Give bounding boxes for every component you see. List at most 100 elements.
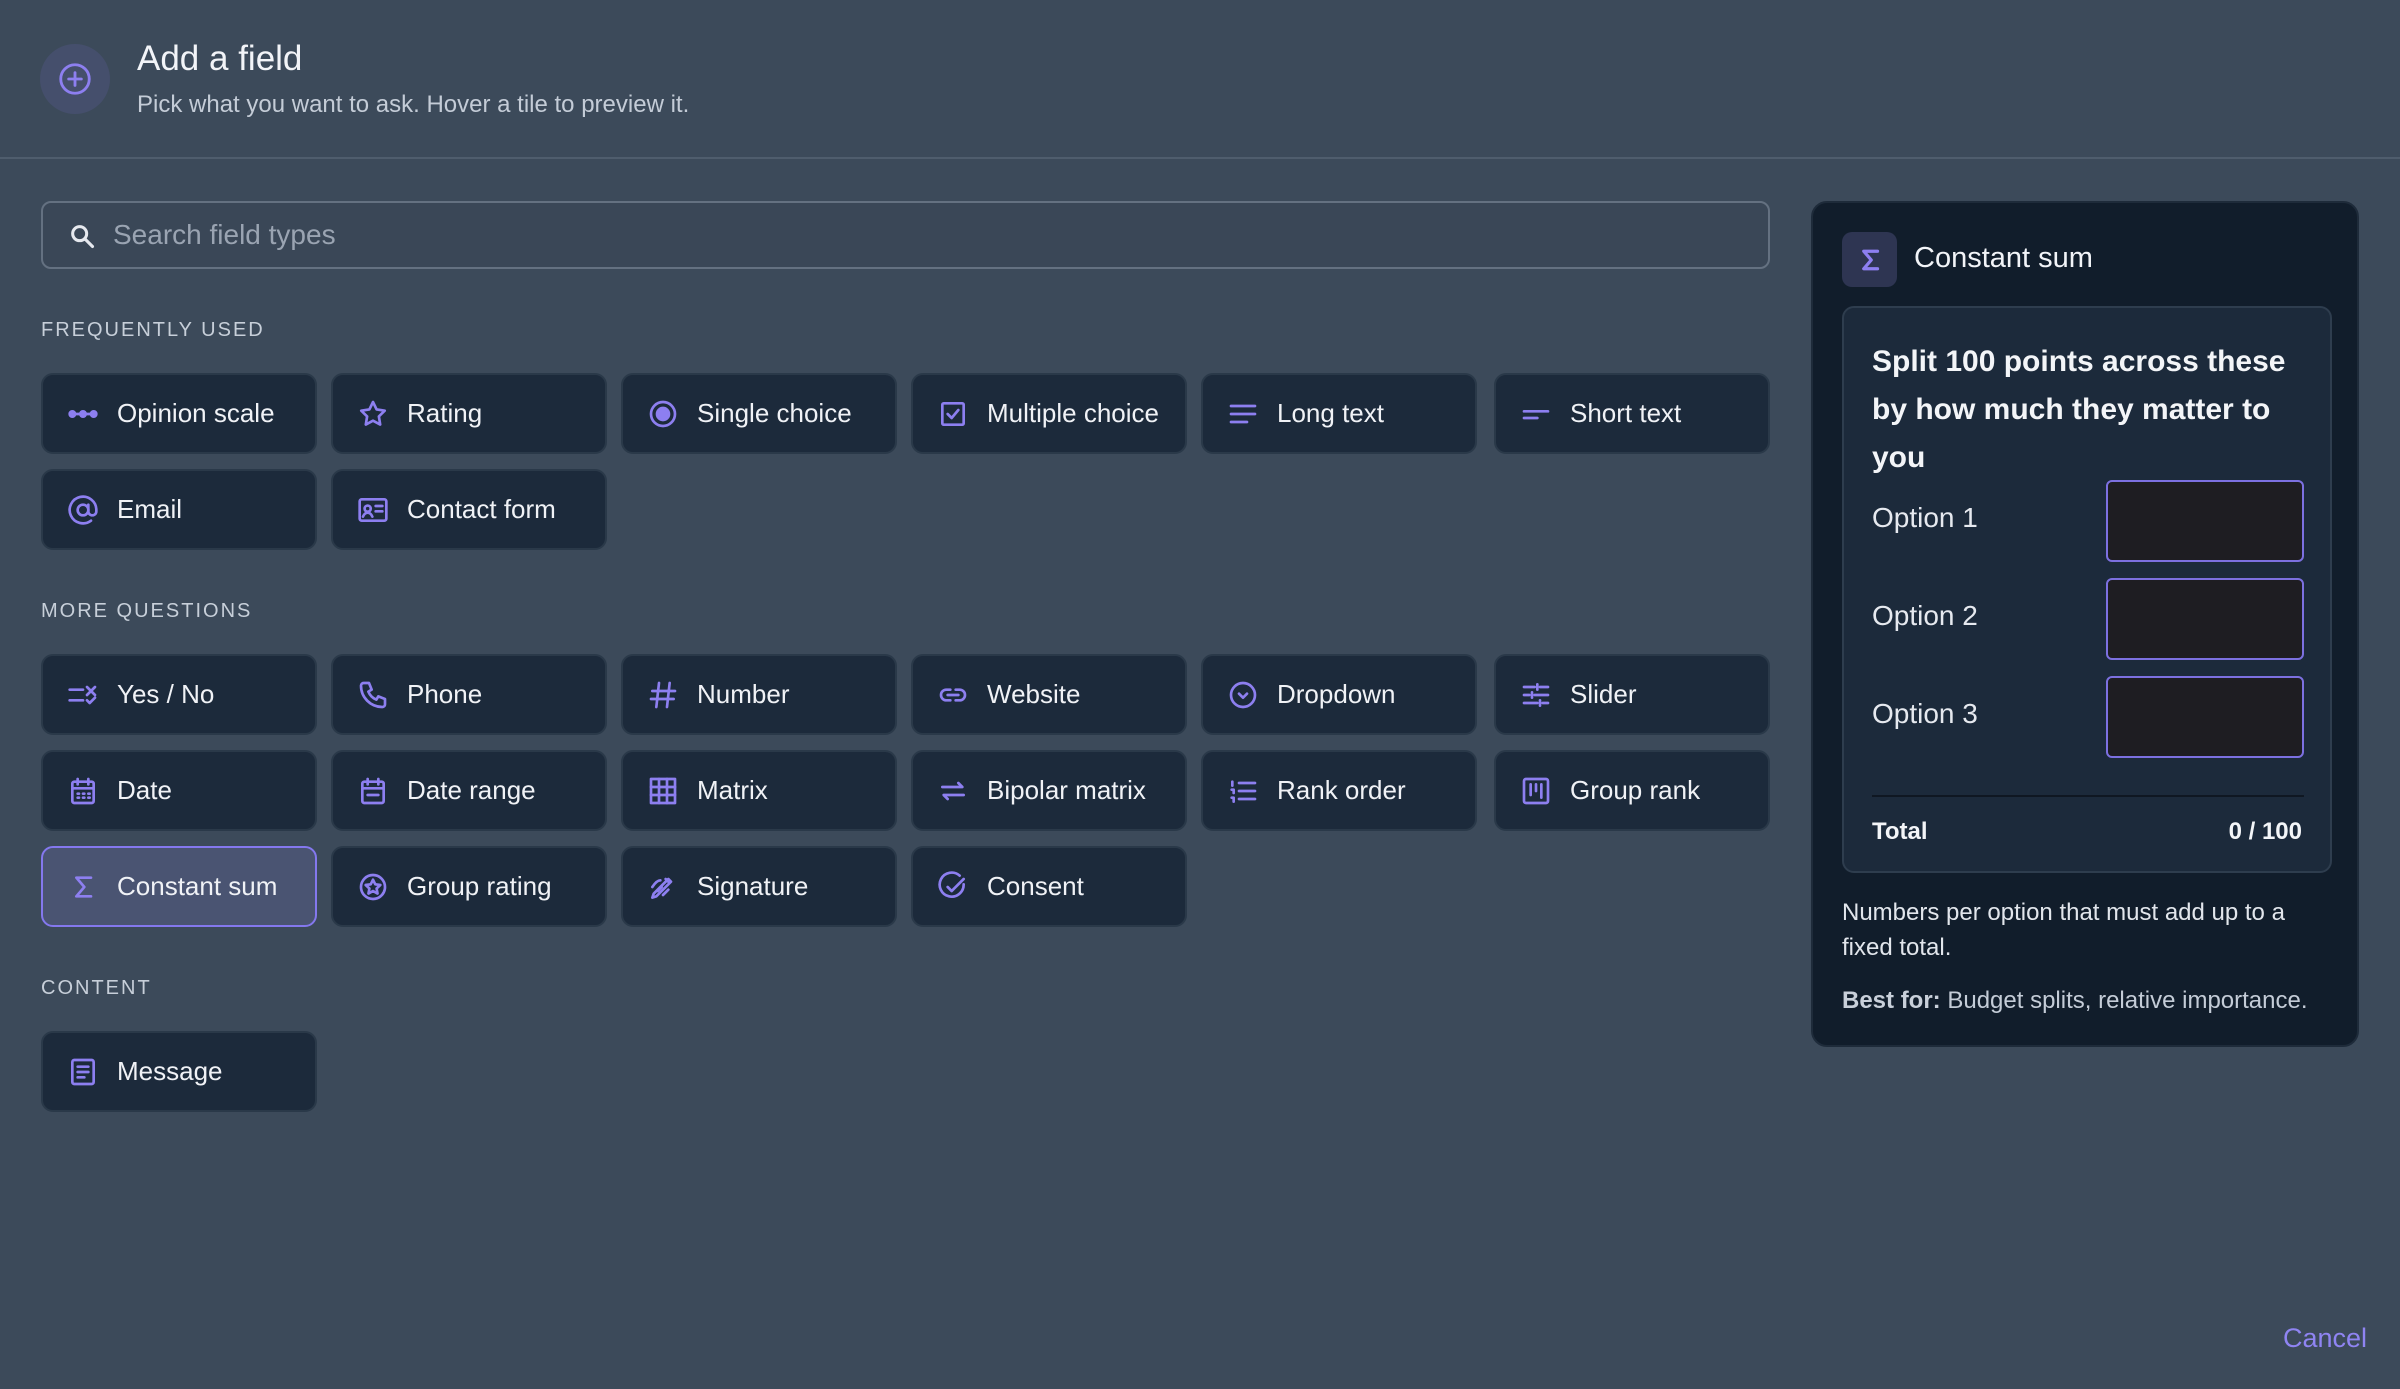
section-label-frequent: FREQUENTLY USED — [41, 319, 265, 341]
star-circle-icon — [355, 869, 391, 905]
short-text-icon — [1518, 396, 1554, 432]
preview-title: Constant sum — [1914, 242, 2093, 274]
option-label: Option 3 — [1872, 698, 1978, 729]
link-icon — [935, 677, 971, 713]
modal-subtitle: Pick what you want to ask. Hover a tile … — [137, 91, 690, 118]
tile-label: Contact form — [407, 494, 556, 524]
section-label-content: CONTENT — [41, 977, 152, 999]
hash-icon — [645, 677, 681, 713]
cancel-button[interactable]: Cancel — [2283, 1323, 2367, 1354]
tile-label: Multiple choice — [987, 398, 1159, 428]
tile-label: Message — [117, 1056, 223, 1086]
tile-label: Opinion scale — [117, 398, 275, 428]
tile-number[interactable]: Number — [621, 654, 897, 735]
tile-message[interactable]: Message — [41, 1031, 317, 1112]
kanban-icon — [1518, 773, 1554, 809]
preview-description: Numbers per option that must add up to a… — [1842, 899, 2285, 961]
tile-label: Rating — [407, 398, 483, 428]
tile-long-text[interactable]: Long text — [1201, 373, 1477, 454]
tile-label: Consent — [987, 871, 1084, 901]
tile-label: Website — [987, 679, 1081, 709]
tile-label: Slider — [1570, 679, 1637, 709]
check-circle-icon — [935, 869, 971, 905]
add-field-modal: Add a field Pick what you want to ask. H… — [0, 0, 2400, 1389]
section-label-more: MORE QUESTIONS — [41, 600, 253, 622]
option-2-input[interactable] — [2106, 578, 2304, 660]
tile-rating[interactable]: Rating — [331, 373, 607, 454]
tile-label: Rank order — [1277, 775, 1406, 805]
sliders-icon — [1518, 677, 1554, 713]
tile-label: Date — [117, 775, 172, 805]
signature-icon — [645, 869, 681, 905]
search-input[interactable] — [113, 203, 1733, 267]
tile-website[interactable]: Website — [911, 654, 1187, 735]
tile-label: Yes / No — [117, 679, 215, 709]
long-text-icon — [1225, 396, 1261, 432]
tile-consent[interactable]: Consent — [911, 846, 1187, 927]
tile-group-rating[interactable]: Group rating — [331, 846, 607, 927]
tile-label: Bipolar matrix — [987, 775, 1146, 805]
tile-slider[interactable]: Slider — [1494, 654, 1770, 735]
preview-question: Split 100 points across these by how muc… — [1872, 345, 2286, 474]
tile-date[interactable]: Date — [41, 750, 317, 831]
tile-label: Group rank — [1570, 775, 1701, 805]
star-icon — [355, 396, 391, 432]
tile-contact-form[interactable]: Contact form — [331, 469, 607, 550]
tile-short-text[interactable]: Short text — [1494, 373, 1770, 454]
ordered-list-icon — [1225, 773, 1261, 809]
tile-date-range[interactable]: Date range — [331, 750, 607, 831]
checkbox-icon — [935, 396, 971, 432]
option-1-input[interactable] — [2106, 480, 2304, 562]
tile-multiple-choice[interactable]: Multiple choice — [911, 373, 1187, 454]
modal-title: Add a field — [137, 39, 303, 78]
tile-label: Signature — [697, 871, 809, 901]
tile-label: Long text — [1277, 398, 1384, 428]
dots-scale-icon — [65, 396, 101, 432]
calendar-range-icon — [355, 773, 391, 809]
tile-bipolar-matrix[interactable]: Bipolar matrix — [911, 750, 1187, 831]
at-sign-icon — [65, 492, 101, 528]
tile-label: Constant sum — [117, 871, 278, 901]
tile-yes-no[interactable]: Yes / No — [41, 654, 317, 735]
grid-icon — [645, 773, 681, 809]
search-icon — [68, 222, 96, 255]
tile-constant-sum[interactable]: Constant sum — [41, 846, 317, 927]
tile-label: Group rating — [407, 871, 552, 901]
best-for-label: Best for: — [1842, 987, 1941, 1014]
total-label: Total — [1872, 818, 1928, 845]
tile-rank-order[interactable]: Rank order — [1201, 750, 1477, 831]
total-value: 0 / 100 — [2228, 818, 2302, 845]
tile-opinion-scale[interactable]: Opinion scale — [41, 373, 317, 454]
message-icon — [65, 1054, 101, 1090]
preview-best-for: Best for: Budget splits, relative import… — [1842, 987, 2352, 1015]
tile-single-choice[interactable]: Single choice — [621, 373, 897, 454]
tile-label: Number — [697, 679, 790, 709]
preview-card: Split 100 points across these by how muc… — [1842, 306, 2332, 873]
tile-matrix[interactable]: Matrix — [621, 750, 897, 831]
tile-phone[interactable]: Phone — [331, 654, 607, 735]
sigma-icon — [65, 869, 101, 905]
tile-group-rank[interactable]: Group rank — [1494, 750, 1770, 831]
sigma-icon — [1842, 232, 1897, 287]
tile-label: Single choice — [697, 398, 852, 428]
tile-label: Matrix — [697, 775, 768, 805]
option-3-input[interactable] — [2106, 676, 2304, 758]
option-label: Option 2 — [1872, 600, 1978, 631]
best-for-text: Budget splits, relative importance. — [1947, 987, 2308, 1014]
tile-label: Phone — [407, 679, 483, 709]
tile-label: Short text — [1570, 398, 1682, 428]
search-box[interactable] — [41, 201, 1770, 269]
tile-label: Email — [117, 494, 183, 524]
tile-email[interactable]: Email — [41, 469, 317, 550]
tile-dropdown[interactable]: Dropdown — [1201, 654, 1477, 735]
arrows-left-right-icon — [935, 773, 971, 809]
contact-card-icon — [355, 492, 391, 528]
calendar-icon — [65, 773, 101, 809]
tile-signature[interactable]: Signature — [621, 846, 897, 927]
phone-icon — [355, 677, 391, 713]
option-label: Option 1 — [1872, 502, 1978, 533]
tile-label: Dropdown — [1277, 679, 1396, 709]
yes-no-icon — [65, 677, 101, 713]
tile-label: Date range — [407, 775, 536, 805]
preview-panel: Constant sum Split 100 points across the… — [1811, 201, 2359, 1047]
